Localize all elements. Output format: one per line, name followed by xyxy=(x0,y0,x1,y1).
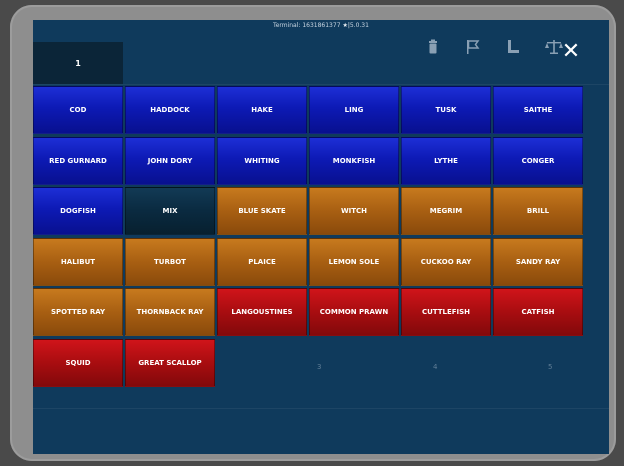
species-label: THORNBACK RAY xyxy=(136,308,204,316)
bg-divider xyxy=(33,408,609,409)
species-button[interactable]: TUSK xyxy=(401,86,491,134)
species-button[interactable]: SQUID xyxy=(33,338,123,387)
species-label: COD xyxy=(69,106,87,114)
species-label: MEGRIM xyxy=(429,207,463,215)
species-label: CONGER xyxy=(521,156,555,165)
species-label: WHITING xyxy=(244,156,280,165)
species-label: HADDOCK xyxy=(150,106,190,114)
species-button[interactable]: BRILL xyxy=(493,187,583,235)
species-button[interactable]: CONGER xyxy=(493,136,583,185)
species-label: LANGOUSTINES xyxy=(231,308,293,316)
species-button[interactable]: JOHN DORY xyxy=(125,136,215,185)
species-button[interactable]: BLUE SKATE xyxy=(217,187,307,235)
species-label: PLAICE xyxy=(248,257,276,266)
species-button[interactable]: COMMON PRAWN xyxy=(309,288,399,336)
species-label: SQUID xyxy=(65,358,91,367)
species-label: RED GURNARD xyxy=(49,156,107,165)
species-button[interactable]: THORNBACK RAY xyxy=(125,288,215,336)
species-label: HAKE xyxy=(251,106,273,114)
species-label: CUCKOO RAY xyxy=(420,257,472,266)
species-button[interactable]: HALIBUT xyxy=(33,237,123,286)
species-button[interactable]: PLAICE xyxy=(217,237,307,286)
species-label: WITCH xyxy=(340,207,368,215)
background-number: 3 xyxy=(317,363,322,371)
species-button[interactable]: LING xyxy=(309,86,399,134)
quantity-value: 1 xyxy=(75,58,81,68)
species-label: LEMON SOLE xyxy=(328,257,380,266)
species-button[interactable]: CUTTLEFISH xyxy=(401,288,491,336)
species-button[interactable]: SAITHE xyxy=(493,86,583,134)
app-screen: Terminal: 1631861377 ★|5.0.31 1 ✕ COD HA… xyxy=(33,20,609,454)
species-button[interactable]: SPOTTED RAY xyxy=(33,288,123,336)
species-button[interactable]: COD xyxy=(33,86,123,134)
species-label: SAITHE xyxy=(523,106,553,114)
background-number: 5 xyxy=(548,363,553,371)
species-label: MIX xyxy=(162,207,178,215)
trash-icon[interactable] xyxy=(423,38,443,56)
species-label: COMMON PRAWN xyxy=(319,308,389,316)
species-button[interactable]: CUCKOO RAY xyxy=(401,237,491,286)
species-label: SPOTTED RAY xyxy=(50,308,106,316)
close-button[interactable]: ✕ xyxy=(560,41,582,63)
species-label: TURBOT xyxy=(154,257,186,266)
close-icon: ✕ xyxy=(561,39,581,64)
species-label: CATFISH xyxy=(521,308,555,316)
species-label: CUTTLEFISH xyxy=(421,308,471,316)
species-label: TUSK xyxy=(435,106,457,114)
species-button[interactable]: RED GURNARD xyxy=(33,136,123,185)
species-label: SANDY RAY xyxy=(515,257,561,266)
species-button[interactable]: WHITING xyxy=(217,136,307,185)
terminal-status-bar: Terminal: 1631861377 ★|5.0.31 xyxy=(33,20,609,32)
quantity-display[interactable]: 1 xyxy=(33,42,123,84)
ruler-icon[interactable] xyxy=(504,38,524,56)
species-button[interactable]: MIX xyxy=(125,187,215,235)
flag-icon[interactable] xyxy=(463,38,483,56)
species-button[interactable]: WITCH xyxy=(309,187,399,235)
species-label: BRILL xyxy=(526,207,550,215)
species-button[interactable]: CATFISH xyxy=(493,288,583,336)
species-button[interactable]: LEMON SOLE xyxy=(309,237,399,286)
species-button[interactable]: SANDY RAY xyxy=(493,237,583,286)
species-button[interactable]: LYTHE xyxy=(401,136,491,185)
species-button[interactable]: DOGFISH xyxy=(33,187,123,235)
species-button[interactable]: MONKFISH xyxy=(309,136,399,185)
species-label: JOHN DORY xyxy=(147,156,193,165)
species-label: DOGFISH xyxy=(60,207,96,215)
species-button[interactable]: GREAT SCALLOP xyxy=(125,338,215,387)
species-button[interactable]: LANGOUSTINES xyxy=(217,288,307,336)
species-button[interactable]: HADDOCK xyxy=(125,86,215,134)
species-label: HALIBUT xyxy=(60,257,96,266)
bg-divider xyxy=(33,84,609,85)
version-label: 5.0.31 xyxy=(349,22,369,29)
species-label: GREAT SCALLOP xyxy=(138,358,202,367)
background-number: 4 xyxy=(433,363,438,371)
species-label: MONKFISH xyxy=(332,156,376,165)
terminal-id: Terminal: 1631861377 xyxy=(273,22,341,29)
species-label: LING xyxy=(344,106,364,114)
species-label: BLUE SKATE xyxy=(238,207,286,215)
species-button[interactable]: TURBOT xyxy=(125,237,215,286)
species-label: LYTHE xyxy=(434,156,458,165)
species-button[interactable]: HAKE xyxy=(217,86,307,134)
species-button[interactable]: MEGRIM xyxy=(401,187,491,235)
